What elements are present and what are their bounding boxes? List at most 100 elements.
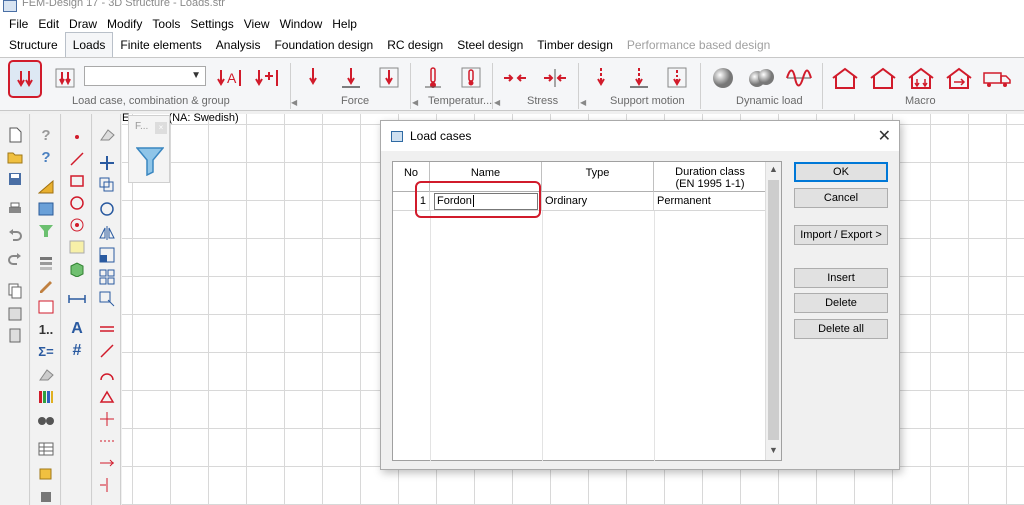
stress-line-button[interactable] (500, 64, 530, 92)
filter-icon[interactable] (37, 222, 55, 240)
insert-button[interactable]: Insert (794, 268, 888, 288)
clipboard-icon[interactable] (6, 326, 24, 344)
layers-icon[interactable] (37, 254, 55, 272)
cross-icon[interactable] (98, 410, 116, 428)
menu-draw[interactable]: Draw (64, 17, 102, 31)
menu-help[interactable]: Help (327, 17, 362, 31)
help-context-icon[interactable]: ? (37, 148, 55, 166)
surface-load-button[interactable] (374, 64, 404, 92)
text-tool-icon[interactable]: A (68, 320, 86, 338)
menu-tools[interactable]: Tools (147, 17, 185, 31)
load-case-button[interactable] (8, 60, 42, 98)
rectangle-tool-icon[interactable] (68, 172, 86, 190)
temperature-load-button[interactable] (418, 64, 448, 92)
macro-house-2-button[interactable] (868, 64, 898, 92)
tab-loads[interactable]: Loads (64, 32, 114, 57)
support-motion-surface-button[interactable] (662, 64, 692, 92)
menu-modify[interactable]: Modify (102, 17, 147, 31)
eraser-tool-icon[interactable] (98, 126, 116, 144)
import-export-button[interactable]: Import / Export > (794, 225, 888, 245)
sum-icon[interactable]: Σ= (37, 342, 55, 360)
grid-hash-icon[interactable]: # (68, 342, 86, 360)
point-tool-icon[interactable] (68, 128, 86, 146)
cancel-button[interactable]: Cancel (794, 188, 888, 208)
save-icon[interactable] (6, 170, 24, 188)
rotate-icon[interactable] (98, 200, 116, 218)
stretch-icon[interactable] (98, 290, 116, 308)
load-case-combo[interactable]: ▼ (84, 66, 206, 86)
puzzle-icon[interactable] (37, 464, 55, 482)
menu-edit[interactable]: Edit (33, 17, 64, 31)
move-icon[interactable] (98, 154, 116, 172)
print-icon[interactable] (6, 200, 24, 218)
menu-window[interactable]: Window (275, 17, 328, 31)
ok-button[interactable]: OK (794, 162, 888, 182)
filter-panel[interactable]: F... × (128, 115, 170, 183)
tab-rc-design[interactable]: RC design (380, 33, 450, 57)
menu-settings[interactable]: Settings (185, 17, 238, 31)
parallel-lines-icon[interactable] (98, 320, 116, 338)
excitation-button[interactable] (784, 64, 814, 92)
vehicle-load-button[interactable] (982, 64, 1012, 92)
dynamic-mass-conversion-button[interactable] (746, 64, 776, 92)
redo-icon[interactable] (6, 250, 24, 268)
copy-tool-icon[interactable] (98, 176, 116, 194)
cell-type[interactable]: Ordinary (542, 192, 654, 211)
cell-duration[interactable]: Permanent (654, 192, 766, 211)
fill-tool-icon[interactable] (68, 238, 86, 256)
tab-finite-elements[interactable]: Finite elements (113, 33, 208, 57)
support-motion-point-button[interactable] (586, 64, 616, 92)
ruler-icon[interactable] (37, 178, 55, 196)
weight-icon[interactable] (37, 486, 55, 504)
3d-box-icon[interactable] (68, 260, 86, 278)
dashed-line-icon[interactable] (98, 432, 116, 450)
open-folder-icon[interactable] (6, 148, 24, 166)
new-file-icon[interactable] (6, 126, 24, 144)
table-icon[interactable] (37, 440, 55, 458)
load-combination-button[interactable] (50, 64, 80, 92)
extend-line-icon[interactable] (98, 342, 116, 360)
display-settings-icon[interactable] (37, 200, 55, 218)
scroll-down-icon[interactable]: ▼ (769, 445, 778, 455)
help-icon[interactable]: ? (37, 126, 55, 144)
stress-surface-button[interactable] (540, 64, 570, 92)
scroll-up-icon[interactable]: ▲ (769, 164, 778, 174)
undo-icon[interactable] (6, 226, 24, 244)
macro-house-1-button[interactable] (830, 64, 860, 92)
split-icon[interactable] (98, 476, 116, 494)
column-header-type[interactable]: Type (542, 162, 654, 192)
load-group-button[interactable]: A (214, 64, 244, 92)
column-header-duration-class[interactable]: Duration class (EN 1995 1-1) (654, 162, 766, 192)
support-motion-line-button[interactable] (624, 64, 654, 92)
tab-timber-design[interactable]: Timber design (530, 33, 620, 57)
paste-icon[interactable] (6, 304, 24, 322)
table-scrollbar[interactable]: ▲ ▼ (765, 162, 781, 460)
numbering-icon[interactable]: 1.. (37, 320, 55, 338)
close-icon[interactable]: × (155, 122, 167, 134)
tab-steel-design[interactable]: Steel design (450, 33, 530, 57)
circle-tool-icon[interactable] (68, 194, 86, 212)
pencil-icon[interactable] (37, 276, 55, 294)
window-icon[interactable] (37, 298, 55, 316)
point-load-button[interactable] (298, 64, 328, 92)
array-icon[interactable] (98, 268, 116, 286)
dimension-icon[interactable] (68, 290, 86, 308)
macro-house-4-button[interactable] (944, 64, 974, 92)
copy-icon[interactable] (6, 282, 24, 300)
menu-view[interactable]: View (239, 17, 275, 31)
eraser-icon[interactable] (37, 366, 55, 384)
menu-file[interactable]: File (4, 17, 33, 31)
binoculars-icon[interactable] (37, 410, 55, 428)
macro-house-3-button[interactable] (906, 64, 936, 92)
line-load-button[interactable] (336, 64, 366, 92)
scale-icon[interactable] (98, 246, 116, 264)
scrollbar-thumb[interactable] (768, 180, 779, 440)
break-line-icon[interactable] (98, 454, 116, 472)
tab-foundation-design[interactable]: Foundation design (267, 33, 380, 57)
target-tool-icon[interactable] (68, 216, 86, 234)
tab-structure[interactable]: Structure (2, 33, 65, 57)
delete-button[interactable]: Delete (794, 293, 888, 313)
line-tool-icon[interactable] (68, 150, 86, 168)
delete-all-button[interactable]: Delete all (794, 319, 888, 339)
mirror-icon[interactable] (98, 224, 116, 242)
